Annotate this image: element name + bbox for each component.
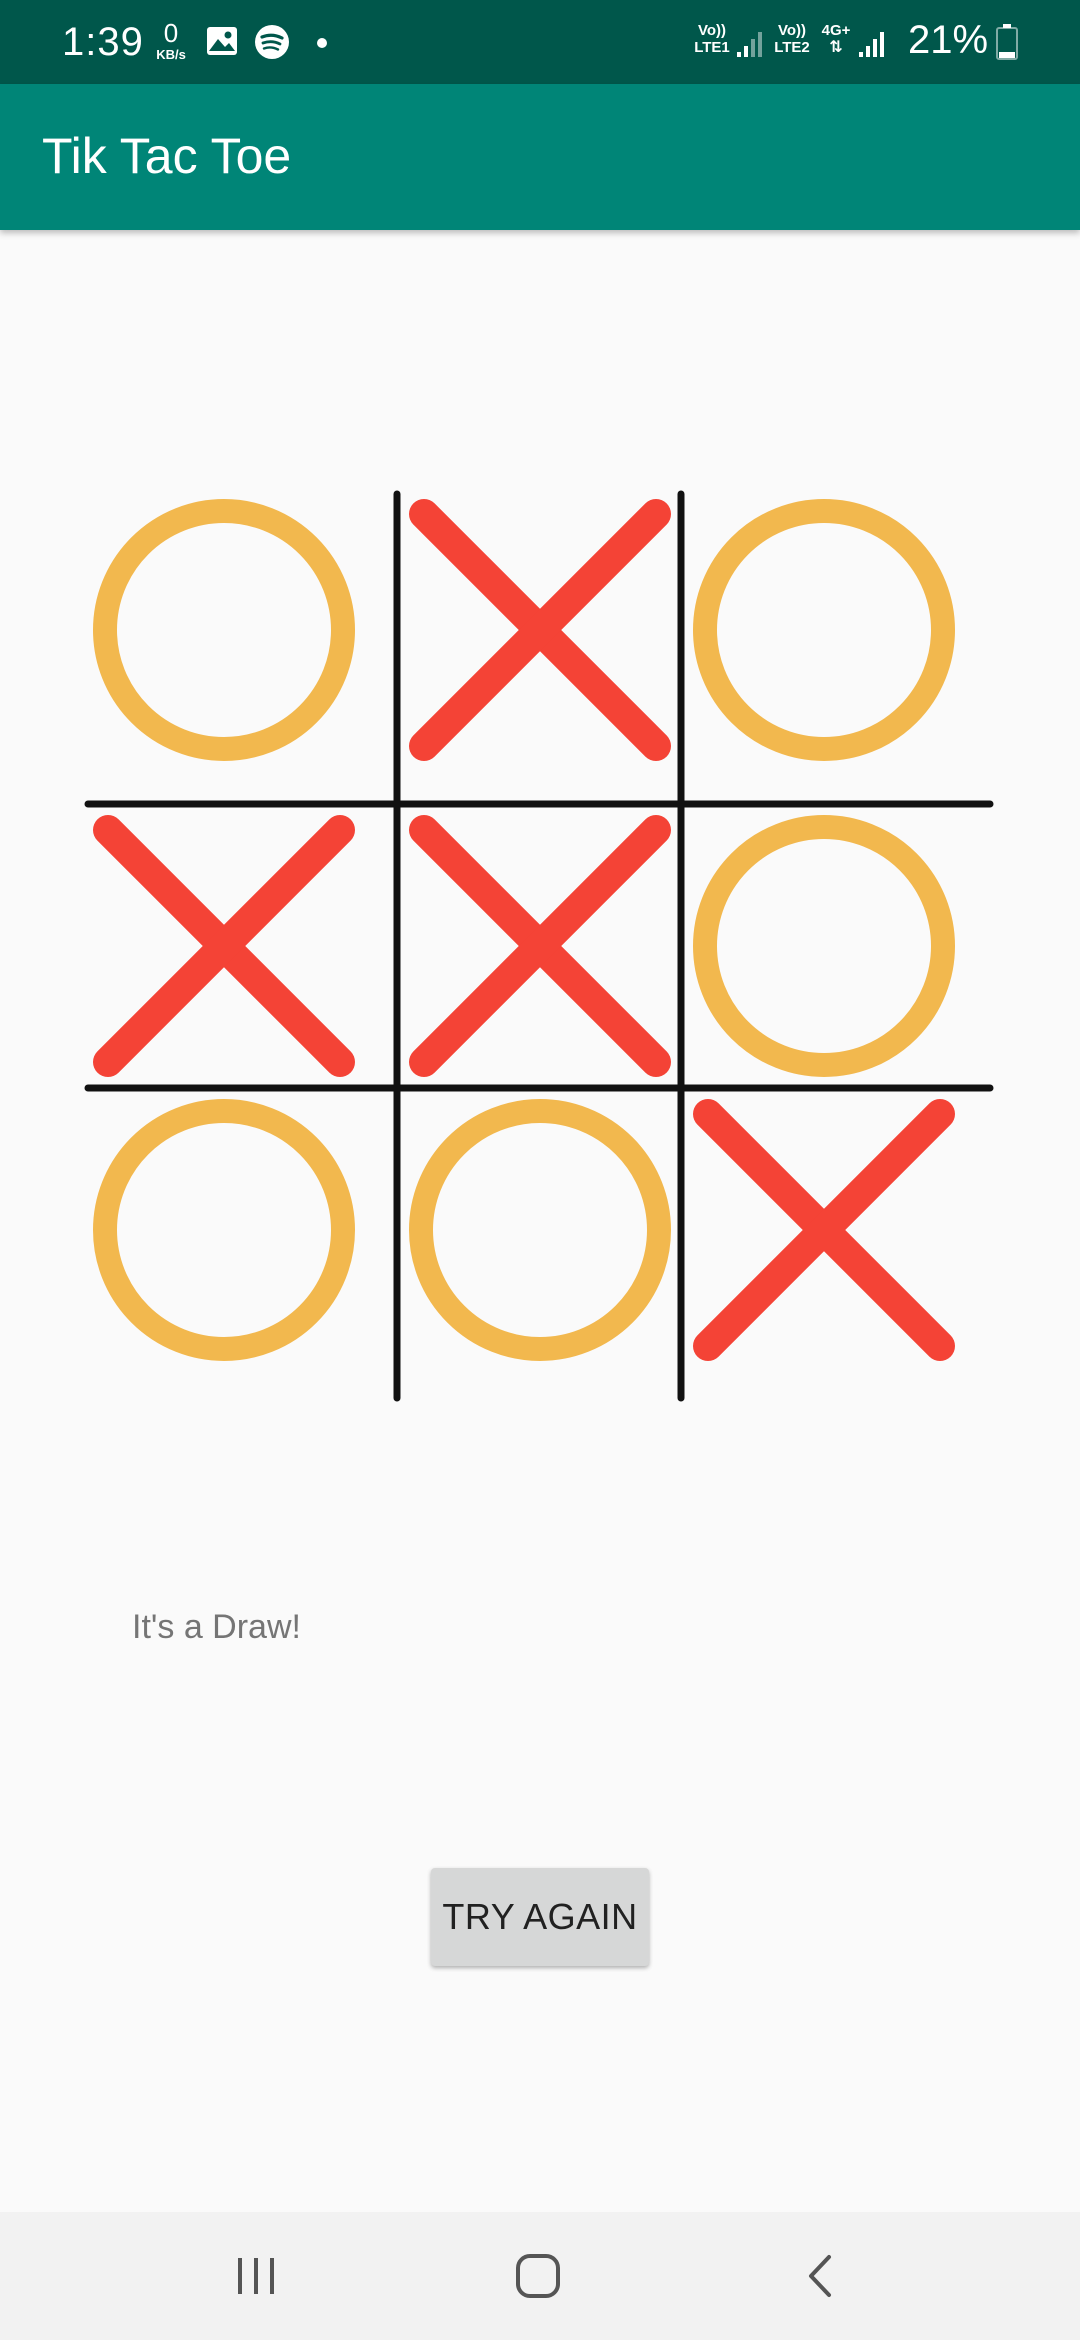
sim2-signal-icon bbox=[858, 30, 886, 63]
board-cell-1-2[interactable] bbox=[400, 490, 710, 800]
sim1-volte-label: Vo)) bbox=[697, 22, 727, 39]
o-mark bbox=[93, 1099, 355, 1361]
sim2-volte-label: Vo)) bbox=[777, 22, 807, 39]
o-mark bbox=[409, 1099, 671, 1361]
result-message: It's a Draw! bbox=[132, 1608, 301, 1646]
board-cell-2-2[interactable] bbox=[400, 806, 710, 1116]
x-mark bbox=[409, 815, 671, 1077]
network-speed: 0 KB/s bbox=[150, 20, 192, 61]
x-mark bbox=[693, 1099, 955, 1361]
game-board bbox=[84, 490, 994, 1402]
network-speed-unit: KB/s bbox=[156, 47, 186, 62]
o-mark bbox=[693, 499, 955, 761]
board-cell-3-1[interactable] bbox=[84, 1090, 394, 1400]
data-activity-icon: ⇅ bbox=[829, 39, 843, 56]
battery-icon bbox=[996, 24, 1018, 65]
status-bar: 1:39 0 KB/s Vo)) LTE1 Vo)) LTE2 4G+ ⇅ 21… bbox=[0, 0, 1080, 84]
home-button[interactable] bbox=[468, 2212, 608, 2340]
notification-dot-icon bbox=[316, 36, 328, 54]
battery-percent: 21% bbox=[908, 18, 989, 62]
sim2-lte-label: LTE2 bbox=[774, 39, 810, 56]
network-speed-value: 0 bbox=[163, 18, 179, 48]
o-mark bbox=[93, 499, 355, 761]
recent-apps-icon bbox=[238, 2258, 274, 2294]
status-time: 1:39 bbox=[62, 20, 144, 64]
x-mark bbox=[93, 815, 355, 1077]
board-cell-2-1[interactable] bbox=[84, 806, 394, 1116]
sim1-lte-label: LTE1 bbox=[694, 39, 730, 56]
back-icon bbox=[809, 2255, 831, 2297]
board-cell-2-3[interactable] bbox=[684, 806, 994, 1116]
o-mark bbox=[693, 815, 955, 1077]
home-icon bbox=[516, 2254, 560, 2298]
board-cell-3-2[interactable] bbox=[400, 1090, 710, 1400]
try-again-button[interactable]: TRY AGAIN bbox=[431, 1868, 649, 1966]
spotify-icon bbox=[254, 24, 290, 65]
sim1-signal-icon bbox=[736, 30, 764, 63]
app-bar: Tik Tac Toe bbox=[0, 84, 1080, 230]
network-type-label: 4G+ bbox=[821, 22, 851, 39]
board-cell-3-3[interactable] bbox=[684, 1090, 994, 1400]
navigation-bar bbox=[0, 2212, 1080, 2340]
app-title: Tik Tac Toe bbox=[42, 128, 292, 184]
recent-apps-button[interactable] bbox=[186, 2212, 326, 2340]
gallery-icon bbox=[206, 26, 238, 61]
board-cell-1-3[interactable] bbox=[684, 490, 994, 800]
board-cell-1-1[interactable] bbox=[84, 490, 394, 800]
back-button[interactable] bbox=[750, 2212, 890, 2340]
x-mark bbox=[409, 499, 671, 761]
